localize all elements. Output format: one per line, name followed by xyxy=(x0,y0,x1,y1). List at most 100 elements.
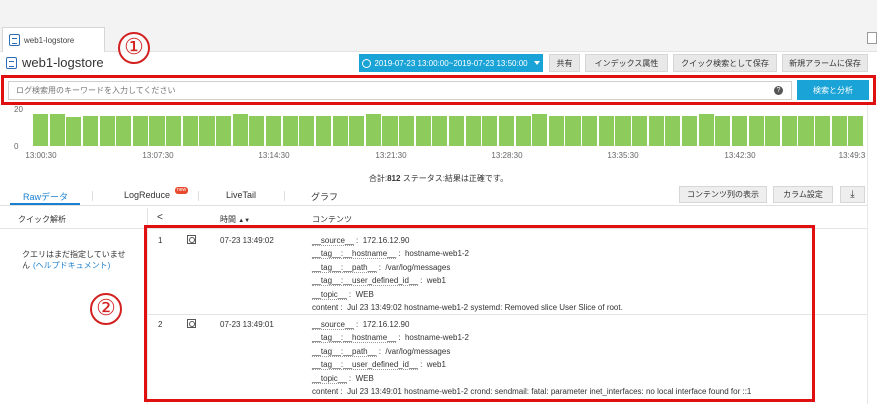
histogram-bar[interactable] xyxy=(166,116,182,146)
histogram-bar[interactable] xyxy=(282,116,298,146)
histogram-bar[interactable] xyxy=(831,116,847,146)
tab-logreduce[interactable]: LogReduce xyxy=(124,190,170,200)
histogram-bar[interactable] xyxy=(532,114,548,146)
histogram-bar[interactable] xyxy=(615,116,631,146)
time-range-button[interactable]: 2019-07-23 13:00:00~2019-07-23 13:50:00 xyxy=(359,54,543,72)
share-button[interactable]: 共有 xyxy=(549,54,580,72)
histogram-bar[interactable] xyxy=(482,116,498,146)
histogram-bar[interactable] xyxy=(848,116,864,146)
histogram-bar[interactable] xyxy=(449,116,465,146)
index-attributes-button[interactable]: インデックス属性 xyxy=(585,54,668,72)
histogram-bar[interactable] xyxy=(731,116,747,146)
histogram-bar[interactable] xyxy=(265,116,282,146)
histogram-bar[interactable] xyxy=(632,116,648,146)
save-quick-search-button[interactable]: クイック検索として保存 xyxy=(673,54,777,72)
column-settings-label: カラム設定 xyxy=(783,190,823,199)
histogram-bar[interactable] xyxy=(82,116,99,146)
histogram-bar[interactable] xyxy=(765,116,781,146)
search-summary: 合計:812 ステータス:結果は正確です。 xyxy=(0,173,877,184)
histogram-bar[interactable] xyxy=(665,116,681,146)
logstore-icon xyxy=(6,56,17,69)
logstore-icon xyxy=(9,34,20,46)
save-alarm-label: 新規アラームに保存 xyxy=(789,58,861,68)
histogram-bar[interactable] xyxy=(216,116,232,146)
help-icon[interactable]: ? xyxy=(774,86,783,95)
histogram-bar[interactable] xyxy=(332,116,348,146)
histogram-bar[interactable] xyxy=(399,116,415,146)
tab-web1-logstore[interactable]: web1-logstore xyxy=(2,27,105,52)
histogram-bar[interactable] xyxy=(648,116,664,146)
histogram-bar[interactable] xyxy=(365,114,381,146)
caret-down-icon xyxy=(533,61,540,65)
search-analyze-label: 検索と分析 xyxy=(813,85,853,95)
x-tick: 13:07:30 xyxy=(142,151,174,160)
tab-label: web1-logstore xyxy=(24,35,75,45)
histogram-bar[interactable] xyxy=(715,116,731,146)
x-tick: 13:35:30 xyxy=(607,151,639,160)
time-range-label: 2019-07-23 13:00:00~2019-07-23 13:50:00 xyxy=(374,58,528,68)
histogram-bar[interactable] xyxy=(515,116,531,146)
histogram-bar[interactable] xyxy=(465,116,481,146)
content-column-display-button[interactable]: コンテンツ列の表示 xyxy=(679,186,767,203)
time-header-label: 時間 xyxy=(220,215,236,224)
histogram-bar[interactable] xyxy=(299,116,315,146)
histogram-bar[interactable] xyxy=(698,114,714,146)
tab-raw-data[interactable]: Rawデータ xyxy=(23,190,68,203)
download-icon[interactable]: ⤓ xyxy=(840,186,865,203)
histogram-bar[interactable] xyxy=(66,117,82,146)
time-column-header[interactable]: 時間 ▲▼ xyxy=(220,214,250,225)
histogram-bar[interactable] xyxy=(748,116,764,146)
histogram-bar[interactable] xyxy=(382,116,398,146)
save-alarm-button[interactable]: 新規アラームに保存 xyxy=(782,54,868,72)
window-restore-icon[interactable] xyxy=(867,32,877,44)
search-analyze-button[interactable]: 検索と分析 xyxy=(797,80,869,100)
content-column-display-label: コンテンツ列の表示 xyxy=(687,190,759,199)
histogram-bar[interactable] xyxy=(132,116,148,146)
tab-livetail[interactable]: LiveTail xyxy=(226,190,256,200)
no-query-text-1: クエリはまだ指定していませ xyxy=(22,250,126,259)
x-tick: 13:28:30 xyxy=(491,151,523,160)
histogram-bar[interactable] xyxy=(598,116,614,146)
annotation-marker-1: ① xyxy=(118,32,150,64)
x-tick: 13:49:3 xyxy=(838,151,866,160)
histogram-bar[interactable] xyxy=(432,116,448,146)
histogram-bar[interactable] xyxy=(116,116,132,146)
results-highlight-box xyxy=(144,225,815,402)
x-tick: 13:42:30 xyxy=(724,151,756,160)
x-tick: 13:21:30 xyxy=(375,151,407,160)
histogram-bar[interactable] xyxy=(315,116,331,146)
histogram-bar[interactable] xyxy=(781,116,797,146)
column-settings-button[interactable]: カラム設定 xyxy=(773,186,833,203)
tab-graph[interactable]: グラフ xyxy=(311,190,338,203)
histogram-bar[interactable] xyxy=(798,116,814,146)
tab-separator xyxy=(198,191,199,201)
histogram-bar[interactable] xyxy=(548,116,564,146)
collapse-icon[interactable]: < xyxy=(157,212,163,223)
histogram-bar[interactable] xyxy=(182,116,198,146)
clock-icon xyxy=(362,58,372,68)
sort-icon[interactable]: ▲▼ xyxy=(238,218,250,224)
histogram-bar[interactable] xyxy=(99,116,115,146)
histogram-bar[interactable] xyxy=(415,116,431,146)
histogram-bar[interactable] xyxy=(565,116,581,146)
histogram-bar[interactable] xyxy=(232,114,248,146)
histogram-bar[interactable] xyxy=(349,116,365,146)
no-query-text-2-label: ん xyxy=(22,261,30,270)
histogram-bar[interactable] xyxy=(199,116,215,146)
histogram-bar[interactable] xyxy=(249,116,265,146)
y-axis-min: 0 xyxy=(14,142,19,151)
histogram-bar[interactable] xyxy=(49,114,65,146)
page-title: web1-logstore xyxy=(6,55,104,70)
histogram-bar[interactable] xyxy=(149,116,165,146)
no-query-text-2: ん (ヘルプドキュメント) xyxy=(22,260,110,271)
histogram-bar[interactable] xyxy=(582,116,598,146)
summary-prefix: 合計: xyxy=(368,174,388,183)
search-input[interactable] xyxy=(8,81,792,100)
page-title-text: web1-logstore xyxy=(22,55,104,70)
histogram-bar[interactable] xyxy=(815,116,831,146)
help-doc-link[interactable]: (ヘルプドキュメント) xyxy=(33,261,110,270)
scrollbar-track[interactable] xyxy=(867,105,868,404)
histogram-bar[interactable] xyxy=(681,116,698,146)
histogram-bar[interactable] xyxy=(33,114,49,146)
histogram-bar[interactable] xyxy=(498,116,515,146)
